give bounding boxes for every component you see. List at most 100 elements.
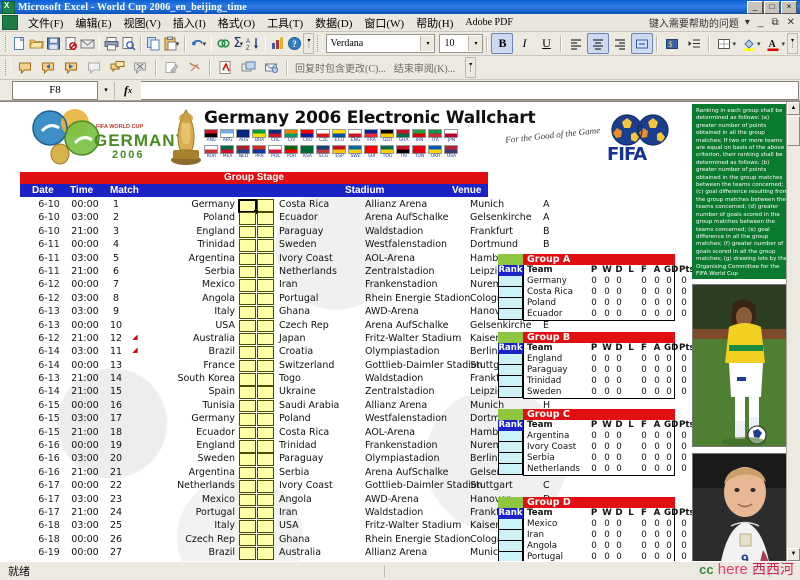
- menu-insert[interactable]: 插入(I): [167, 14, 212, 32]
- score-cells[interactable]: [239, 332, 275, 346]
- group-team-row[interactable]: Ivory Coast 0 0 0 0 0 0 0: [524, 442, 687, 453]
- score-cells[interactable]: [239, 306, 275, 319]
- match-row[interactable]: 6-14 21:00 15 Spain Ukraine Zentralstadion Lei…: [20, 386, 550, 399]
- away-score-cell[interactable]: [257, 265, 274, 279]
- name-box[interactable]: F8: [12, 80, 98, 100]
- doc-close-button[interactable]: ✕: [785, 17, 797, 28]
- mail-attachment-icon[interactable]: [260, 57, 283, 79]
- end-review-button[interactable]: 结束审阅(K)...: [390, 60, 459, 75]
- home-score-cell[interactable]: [239, 399, 256, 413]
- home-score-cell[interactable]: [239, 547, 256, 560]
- score-cells[interactable]: [239, 506, 275, 520]
- rank-cell[interactable]: [498, 453, 523, 464]
- email-icon[interactable]: [79, 33, 96, 55]
- away-score-cell[interactable]: [257, 279, 274, 292]
- group-team-row[interactable]: Argentina 0 0 0 0 0 0 0: [524, 431, 687, 442]
- rank-cell[interactable]: [498, 276, 523, 287]
- doc-restore-chevron-icon[interactable]: ▾: [743, 17, 752, 28]
- away-score-cell[interactable]: [257, 453, 274, 466]
- font-color-chevron-icon[interactable]: ▾: [781, 40, 785, 48]
- match-row[interactable]: 6-17 00:00 22 Netherlands Ivory Coast Gottlie…: [20, 480, 550, 493]
- hyperlink-icon[interactable]: [215, 33, 232, 55]
- borders-chevron-icon[interactable]: ▾: [732, 40, 736, 48]
- previous-comment-icon[interactable]: [37, 57, 60, 79]
- group-team-row[interactable]: Paraguay 0 0 0 0 0 0 0: [524, 365, 687, 376]
- home-score-cell[interactable]: [239, 292, 256, 306]
- rank-cell[interactable]: [498, 530, 523, 541]
- home-score-cell[interactable]: [239, 386, 256, 399]
- away-score-cell[interactable]: [257, 225, 274, 239]
- group-team-row[interactable]: Serbia 0 0 0 0 0 0 0: [524, 453, 687, 464]
- rank-cell[interactable]: [498, 298, 523, 309]
- home-score-cell[interactable]: [239, 239, 256, 252]
- score-cells[interactable]: [239, 440, 275, 453]
- match-row[interactable]: 6-12 21:00 12 ◢ Australia Japan Fritz-Walter S…: [20, 332, 548, 346]
- group-team-row[interactable]: Poland 0 0 0 0 0 0 0: [524, 298, 687, 309]
- scrollbar-thumb[interactable]: [787, 116, 800, 146]
- format-toolbar-grip[interactable]: [317, 35, 324, 52]
- score-cells[interactable]: [239, 279, 275, 292]
- away-score-cell[interactable]: [257, 332, 274, 346]
- away-score-cell[interactable]: [257, 440, 274, 453]
- match-row[interactable]: 6-11 21:00 6 Serbia Netherlands Zentralstadio…: [20, 265, 550, 279]
- rank-cell[interactable]: [498, 376, 523, 387]
- home-score-cell[interactable]: [239, 279, 256, 292]
- match-row[interactable]: 6-10 00:00 1 Germany Costa Rica Allianz Arena…: [20, 199, 550, 214]
- match-row[interactable]: 6-16 21:00 21 Argentina Serbia Arena AufSchal…: [20, 466, 550, 480]
- clear-comment-icon[interactable]: [183, 57, 206, 79]
- match-row[interactable]: 6-15 21:00 18 Ecuador Costa Rica AOL-Arena Ham…: [20, 426, 550, 440]
- away-score-cell[interactable]: [257, 386, 274, 399]
- score-cells[interactable]: [239, 319, 275, 333]
- group-team-row[interactable]: Iran 0 0 0 0 0 0 0: [524, 530, 687, 541]
- new-document-icon[interactable]: [11, 33, 28, 55]
- group-team-row[interactable]: Mexico 0 0 0 0 0 0 0: [524, 519, 687, 530]
- rank-input-cells[interactable]: [498, 354, 523, 398]
- home-score-cell[interactable]: [239, 359, 256, 373]
- rank-cell[interactable]: [498, 552, 523, 561]
- undo-history-chevron-icon[interactable]: ▾: [203, 40, 207, 48]
- group-team-row[interactable]: Sweden 0 0 0 0 0 0 0: [524, 387, 687, 398]
- home-score-cell[interactable]: [239, 332, 256, 346]
- match-row[interactable]: 6-16 00:00 19 England Trinidad Frankenstadion…: [20, 440, 550, 453]
- rank-cell[interactable]: [498, 442, 523, 453]
- match-row[interactable]: 6-15 03:00 17 Germany Poland Westfalenstadion…: [20, 413, 550, 426]
- away-score-cell[interactable]: [257, 413, 274, 426]
- home-score-cell[interactable]: [239, 466, 256, 480]
- match-row[interactable]: 6-10 21:00 3 England Paraguay Waldstadion Fran…: [20, 225, 550, 239]
- format-toolbar-options-button[interactable]: ▾ ⋮: [787, 33, 798, 54]
- score-cells[interactable]: [239, 426, 275, 440]
- align-right-icon[interactable]: [609, 33, 631, 54]
- score-cells[interactable]: [239, 547, 275, 560]
- score-cells[interactable]: [239, 239, 275, 252]
- home-score-cell[interactable]: [239, 440, 256, 453]
- away-score-cell[interactable]: [257, 306, 274, 319]
- new-comment-icon[interactable]: [14, 57, 37, 79]
- merge-and-center-icon[interactable]: [631, 33, 654, 54]
- group-team-row[interactable]: Ecuador 0 0 0 0 0 0 0: [524, 309, 687, 320]
- doc-restore-button[interactable]: ⧉: [769, 17, 780, 28]
- rank-cell[interactable]: [498, 387, 523, 398]
- align-center-icon[interactable]: [587, 33, 610, 54]
- match-row[interactable]: 6-16 03:00 20 Sweden Paraguay Olympiastadion B…: [20, 453, 550, 466]
- next-comment-icon[interactable]: [60, 57, 83, 79]
- name-box-chevron-icon[interactable]: ▾: [98, 81, 115, 99]
- home-score-cell[interactable]: [239, 225, 256, 239]
- score-cells[interactable]: [239, 520, 275, 533]
- home-score-cell[interactable]: [239, 252, 256, 266]
- away-score-cell[interactable]: [257, 373, 274, 386]
- away-score-cell[interactable]: [257, 292, 274, 306]
- group-team-row[interactable]: England 0 0 0 0 0 0 0: [524, 354, 687, 365]
- away-score-cell[interactable]: [257, 547, 274, 560]
- open-folder-icon[interactable]: [28, 33, 45, 55]
- score-cells[interactable]: [239, 466, 275, 480]
- match-row[interactable]: 6-14 00:00 13 France Switzerland Gottlieb-Dai…: [20, 359, 550, 373]
- rank-cell[interactable]: [498, 431, 523, 442]
- score-cells[interactable]: [239, 292, 275, 306]
- reviewing-toolbar-grip[interactable]: [5, 59, 11, 76]
- reply-with-changes-button[interactable]: 回复时包含更改(C)...: [291, 60, 390, 75]
- match-row[interactable]: 6-11 00:00 4 Trinidad Sweden Westfalenstadion…: [20, 239, 550, 252]
- home-score-cell[interactable]: [239, 319, 256, 333]
- rank-input-cells[interactable]: [498, 519, 523, 561]
- doc-minimize-button[interactable]: _: [756, 17, 766, 28]
- away-score-cell[interactable]: [257, 426, 274, 440]
